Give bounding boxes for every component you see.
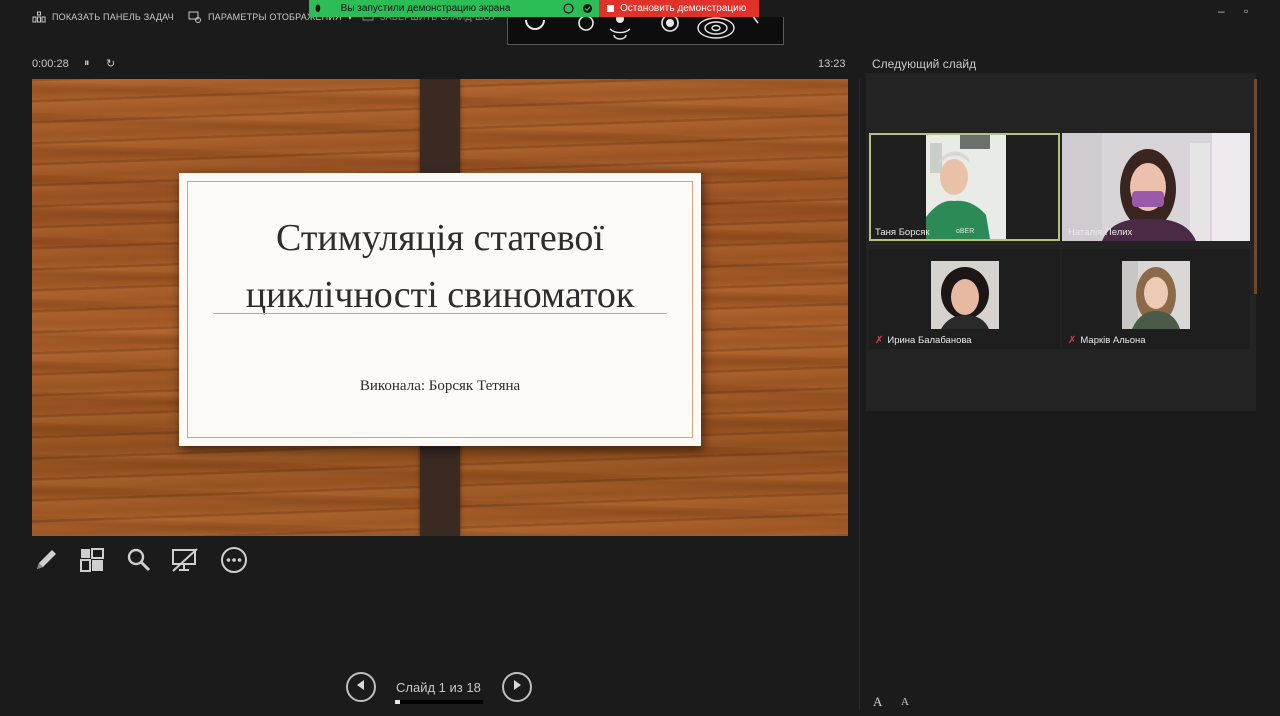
taskbar-icon xyxy=(32,11,46,23)
slide-title-card: Стимуляція статевої циклічності свиномат… xyxy=(179,173,701,446)
participant-tile[interactable]: ✗ Марків Альона xyxy=(1062,249,1250,349)
minimize-button[interactable]: – xyxy=(1218,4,1225,18)
more-options-icon[interactable] xyxy=(220,546,248,574)
participant-video xyxy=(1122,261,1190,329)
slide-progress-fill xyxy=(395,700,400,704)
participant-name: ✗ Марків Альона xyxy=(1068,335,1146,346)
slide-counter: Слайд 1 из 18 xyxy=(396,680,481,695)
black-screen-icon[interactable] xyxy=(171,546,199,574)
pause-timer-button[interactable]: ⏸ xyxy=(84,57,90,70)
slide-progress-bar xyxy=(395,700,483,704)
triangle-right-icon xyxy=(512,678,522,696)
slide-divider xyxy=(213,313,667,314)
share-controls-panel xyxy=(507,17,784,45)
current-slide[interactable]: Стимуляція статевої циклічності свиномат… xyxy=(32,79,848,536)
pause-share-icon[interactable] xyxy=(563,3,574,17)
participant-name-text: Марків Альона xyxy=(1080,335,1146,346)
previous-slide-button[interactable] xyxy=(346,672,376,702)
next-slide-button[interactable] xyxy=(502,672,532,702)
shield-icon: ⬮ xyxy=(315,3,321,13)
slide-card-border: Стимуляція статевої циклічності свиномат… xyxy=(187,181,693,438)
share-status-text: Вы запустили демонстрацию экрана xyxy=(340,3,511,14)
next-slide-heading: Следующий слайд xyxy=(872,57,977,71)
participant-video xyxy=(931,261,999,329)
show-taskbar-button[interactable]: ПОКАЗАТЬ ПАНЕЛЬ ЗАДАЧ xyxy=(32,11,174,23)
participant-tile[interactable]: oBER Таня Борсяк xyxy=(869,133,1060,241)
participant-name-text: Наталія Пелих xyxy=(1068,227,1133,238)
video-gallery-panel: oBER Таня Борсяк Наталія Пелих ✗ Ирина Б… xyxy=(866,73,1256,411)
current-time: 13:23 xyxy=(818,58,846,70)
participant-name-text: Ирина Балабанова xyxy=(887,335,972,346)
decrease-font-button[interactable]: A xyxy=(901,696,909,708)
participant-name-text: Таня Борсяк xyxy=(875,227,930,238)
restore-button[interactable]: ▫ xyxy=(1244,4,1248,18)
stop-share-button[interactable]: Остановить демонстрацию xyxy=(599,0,759,17)
triangle-left-icon xyxy=(356,678,366,696)
show-taskbar-label: ПОКАЗАТЬ ПАНЕЛЬ ЗАДАЧ xyxy=(52,12,174,22)
participant-name: ✗ Ирина Балабанова xyxy=(875,335,972,346)
security-icon xyxy=(582,3,593,17)
elapsed-timer: 0:00:28 xyxy=(32,58,69,70)
participant-name: Наталія Пелих xyxy=(1068,227,1132,238)
muted-mic-icon: ✗ xyxy=(1068,335,1077,346)
slide-subtitle: Виконала: Борсяк Тетяна xyxy=(359,378,521,394)
stop-share-label: Остановить демонстрацию xyxy=(620,3,747,14)
participant-tile[interactable]: ✗ Ирина Балабанова xyxy=(869,249,1060,349)
share-status-bar: ⬮ Вы запустили демонстрацию экрана xyxy=(309,0,599,17)
pane-divider[interactable] xyxy=(859,79,860,709)
participant-name: Таня Борсяк xyxy=(875,227,930,238)
stop-icon xyxy=(607,5,614,12)
panel-scrollbar[interactable] xyxy=(1254,79,1257,294)
display-settings-icon xyxy=(188,11,202,23)
svg-text:oBER: oBER xyxy=(956,228,974,235)
reset-timer-button[interactable]: ↻ xyxy=(106,57,115,70)
participant-tile[interactable]: Наталія Пелих xyxy=(1062,133,1250,241)
participant-video xyxy=(1062,133,1250,241)
zoom-icon[interactable] xyxy=(125,546,153,574)
all-slides-icon[interactable] xyxy=(78,546,106,574)
pen-icon[interactable] xyxy=(32,546,60,574)
participant-video: oBER xyxy=(926,135,1006,239)
muted-mic-icon: ✗ xyxy=(875,335,884,346)
increase-font-button[interactable]: A xyxy=(873,694,882,710)
slide-title: Стимуляція статевої циклічності свиномат… xyxy=(245,217,635,316)
